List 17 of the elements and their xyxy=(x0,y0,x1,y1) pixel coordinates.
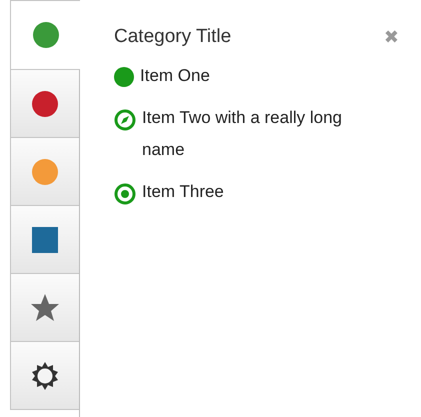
circle-icon xyxy=(31,158,59,186)
circle-icon xyxy=(31,90,59,118)
item-label[interactable]: Item Three xyxy=(142,176,224,208)
category-title: Category Title xyxy=(114,26,232,48)
compass-icon xyxy=(114,109,136,131)
target-icon xyxy=(114,183,136,205)
square-icon xyxy=(31,226,59,254)
circle-icon xyxy=(32,21,60,49)
dot-icon xyxy=(114,67,134,87)
item-label[interactable]: Item One xyxy=(140,60,210,92)
item-label[interactable]: Item Two with a really long name xyxy=(142,102,342,166)
sidebar-tab[interactable] xyxy=(10,274,79,342)
sidebar-tab[interactable] xyxy=(10,70,79,138)
sidebar-tab[interactable] xyxy=(10,342,79,410)
sidebar-tab[interactable] xyxy=(10,206,79,274)
gear-icon xyxy=(30,360,60,390)
star-icon xyxy=(30,293,60,322)
